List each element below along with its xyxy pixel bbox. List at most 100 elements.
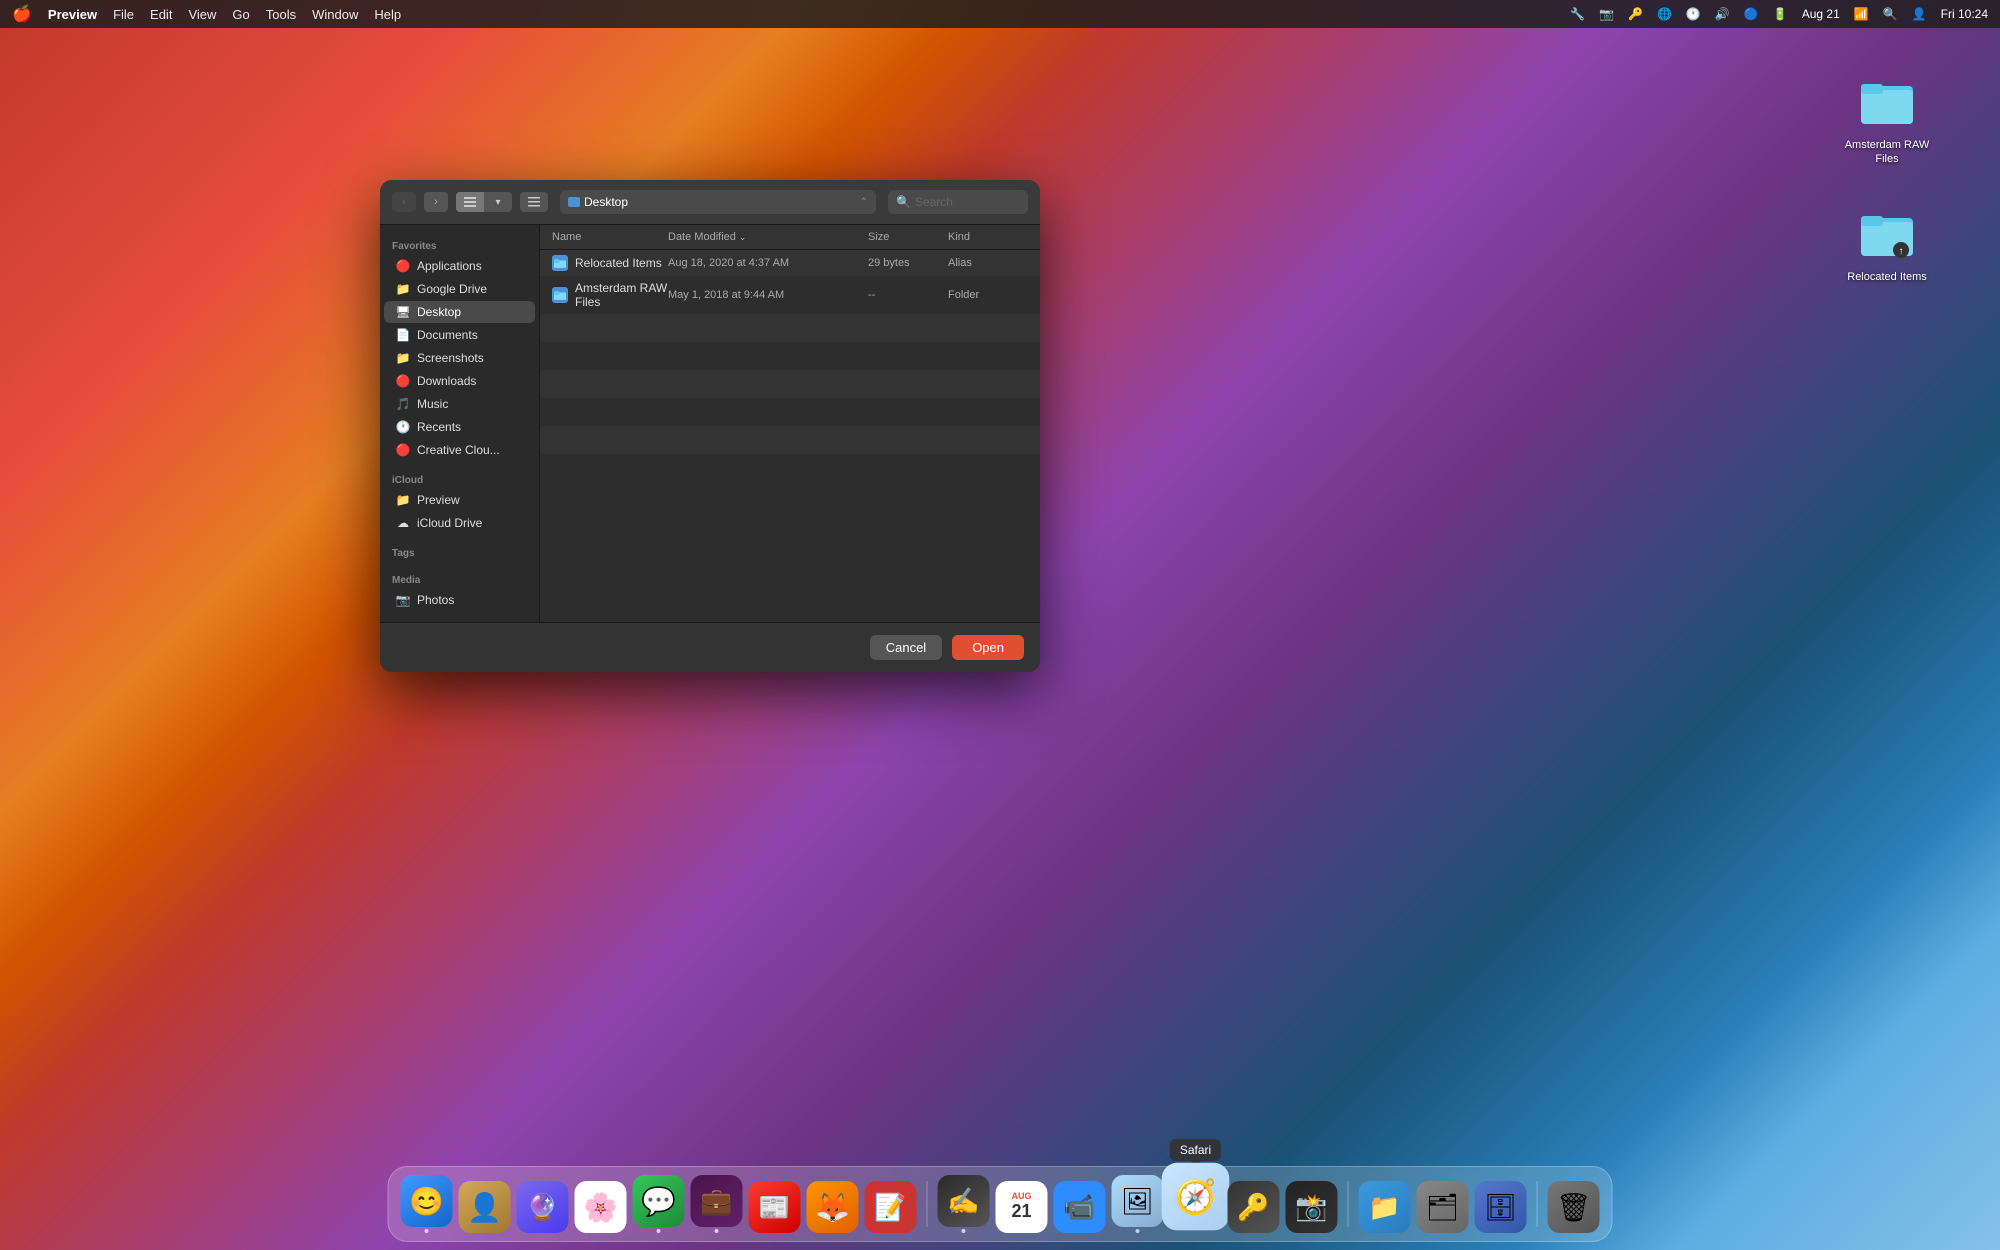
dock-item-1password[interactable]: 🔑	[1228, 1181, 1280, 1233]
dock-item-filebrowser[interactable]: 🗂	[1417, 1181, 1469, 1233]
screenshots-icon: 📁	[396, 351, 410, 365]
view-dropdown-button[interactable]: ▾	[484, 192, 512, 212]
menubar-go[interactable]: Go	[232, 7, 249, 22]
documents-icon: 📄	[396, 328, 410, 342]
menubar-control-icon[interactable]: 👤	[1912, 7, 1927, 21]
table-row-empty	[540, 454, 1040, 482]
dock-separator-1	[927, 1181, 928, 1227]
menubar-right: 🔧 📷 🔑 🌐 🕐 🔊 🔵 🔋 Aug 21 📶 🔍 👤 Fri 10:24	[1570, 7, 1988, 21]
slack-icon: 💼	[691, 1175, 743, 1227]
sidebar-item-recents-label: Recents	[417, 420, 461, 434]
preview-sidebar-icon: 📁	[396, 493, 410, 507]
menubar-view[interactable]: View	[188, 7, 216, 22]
menubar-icon-3: 🔑	[1628, 7, 1643, 21]
menubar-help[interactable]: Help	[374, 7, 401, 22]
sort-arrow-icon: ⌄	[739, 232, 747, 243]
col-header-date[interactable]: Date Modified ⌄	[668, 231, 868, 243]
col-header-kind[interactable]: Kind	[948, 231, 1028, 243]
sidebar-item-music[interactable]: 🎵 Music	[384, 393, 535, 415]
files-icon: 📁	[1359, 1181, 1411, 1233]
location-bar[interactable]: Desktop ⌃	[560, 190, 876, 214]
open-button[interactable]: Open	[952, 635, 1024, 660]
sidebar-item-screenshots[interactable]: 📁 Screenshots	[384, 347, 535, 369]
search-bar[interactable]: 🔍 Search	[888, 190, 1028, 214]
sidebar-item-creative-cloud[interactable]: 🔴 Creative Clou...	[384, 439, 535, 461]
dock-dot-taiko	[962, 1229, 966, 1233]
dock-item-pockity[interactable]: 📝	[865, 1181, 917, 1233]
sidebar: Favorites 🔴 Applications 📁 Google Drive …	[380, 225, 540, 622]
dock-item-preview[interactable]: 🖼	[1112, 1175, 1164, 1233]
dock-item-files[interactable]: 📁	[1359, 1181, 1411, 1233]
menubar-window[interactable]: Window	[312, 7, 358, 22]
dock-separator-3	[1537, 1181, 1538, 1227]
menubar-icon-2: 📷	[1599, 7, 1614, 21]
file-folder-icon-amsterdam	[552, 287, 568, 303]
sidebar-item-recents[interactable]: 🕐 Recents	[384, 416, 535, 438]
dock-dot-messages	[657, 1229, 661, 1233]
svg-text:↑: ↑	[1899, 246, 1904, 257]
table-row-empty	[540, 342, 1040, 370]
forward-button[interactable]: ›	[424, 192, 448, 212]
dock-item-firefox[interactable]: 🦊	[807, 1181, 859, 1233]
dock-item-photoframe[interactable]: 📸	[1286, 1181, 1338, 1233]
menubar-file[interactable]: File	[113, 7, 134, 22]
filebrowser-icon: 🗂	[1417, 1181, 1469, 1233]
cancel-button[interactable]: Cancel	[870, 635, 942, 660]
sidebar-item-documents[interactable]: 📄 Documents	[384, 324, 535, 346]
file-list: Relocated Items Aug 18, 2020 at 4:37 AM …	[540, 250, 1040, 622]
dock-item-photos[interactable]: 🌸	[575, 1181, 627, 1233]
dock-item-slack[interactable]: 💼	[691, 1175, 743, 1233]
finder-icon: 😊	[401, 1175, 453, 1227]
menubar-edit[interactable]: Edit	[150, 7, 172, 22]
file-size-relocated: 29 bytes	[868, 257, 948, 269]
col-header-name[interactable]: Name	[552, 231, 668, 243]
desktop-icon-relocated[interactable]: ↑ Relocated Items	[1842, 200, 1932, 284]
firefox-icon: 🦊	[807, 1181, 859, 1233]
dock-item-taiko[interactable]: ✍️	[938, 1175, 990, 1233]
menubar-app-name[interactable]: Preview	[48, 7, 97, 22]
dock-item-smb[interactable]: 🗄	[1475, 1181, 1527, 1233]
menubar-icon-1: 🔧	[1570, 7, 1585, 21]
dock-dot-preview	[1136, 1229, 1140, 1233]
dock-item-contacts[interactable]: 👤	[459, 1181, 511, 1233]
file-list-container: Name Date Modified ⌄ Size Kind	[540, 225, 1040, 622]
dock-item-siri[interactable]: 🔮	[517, 1181, 569, 1233]
photos-icon: 📷	[396, 593, 410, 607]
dock-item-messages[interactable]: 💬	[633, 1175, 685, 1233]
sidebar-item-icloud-drive[interactable]: ☁ iCloud Drive	[384, 512, 535, 534]
tags-label: Tags	[380, 542, 539, 561]
dock-item-calendar[interactable]: AUG 21	[996, 1181, 1048, 1233]
dock-item-trash[interactable]: 🗑	[1548, 1181, 1600, 1233]
dock-item-news[interactable]: 📰	[749, 1181, 801, 1233]
back-button[interactable]: ‹	[392, 192, 416, 212]
dock-item-zoom[interactable]: 📹	[1054, 1181, 1106, 1233]
menubar-search-icon[interactable]: 🔍	[1883, 7, 1898, 21]
messages-icon: 💬	[633, 1175, 685, 1227]
apple-logo-icon[interactable]: 🍎	[12, 4, 32, 24]
search-icon: 🔍	[896, 195, 911, 209]
sidebar-item-photos[interactable]: 📷 Photos	[384, 589, 535, 611]
col-header-size[interactable]: Size	[868, 231, 948, 243]
table-row[interactable]: Amsterdam RAW Files May 1, 2018 at 9:44 …	[540, 276, 1040, 314]
sidebar-item-applications[interactable]: 🔴 Applications	[384, 255, 535, 277]
sidebar-item-preview[interactable]: 📁 Preview	[384, 489, 535, 511]
sidebar-item-downloads[interactable]: 🔴 Downloads	[384, 370, 535, 392]
sidebar-item-desktop[interactable]: 🖥 Desktop	[384, 301, 535, 323]
siri-icon: 🔮	[517, 1181, 569, 1233]
desktop-icon-amsterdam[interactable]: Amsterdam RAW Files	[1842, 68, 1932, 167]
table-row[interactable]: Relocated Items Aug 18, 2020 at 4:37 AM …	[540, 250, 1040, 276]
smb-icon: 🗄	[1475, 1181, 1527, 1233]
sidebar-item-applications-label: Applications	[417, 259, 482, 273]
action-button[interactable]	[520, 192, 548, 212]
amsterdam-folder-icon	[1855, 68, 1919, 132]
dock-item-finder[interactable]: 😊	[401, 1175, 453, 1233]
menubar-date[interactable]: Aug 21	[1802, 7, 1840, 21]
dock-item-safari[interactable]: Safari 🧭	[1170, 1181, 1222, 1233]
sidebar-item-google-drive[interactable]: 📁 Google Drive	[384, 278, 535, 300]
menubar-icon-5: 🕐	[1686, 7, 1701, 21]
list-view-button[interactable]	[456, 192, 484, 212]
table-row-empty	[540, 398, 1040, 426]
dialog-body: Favorites 🔴 Applications 📁 Google Drive …	[380, 225, 1040, 622]
menubar-tools[interactable]: Tools	[266, 7, 296, 22]
table-row-empty	[540, 370, 1040, 398]
